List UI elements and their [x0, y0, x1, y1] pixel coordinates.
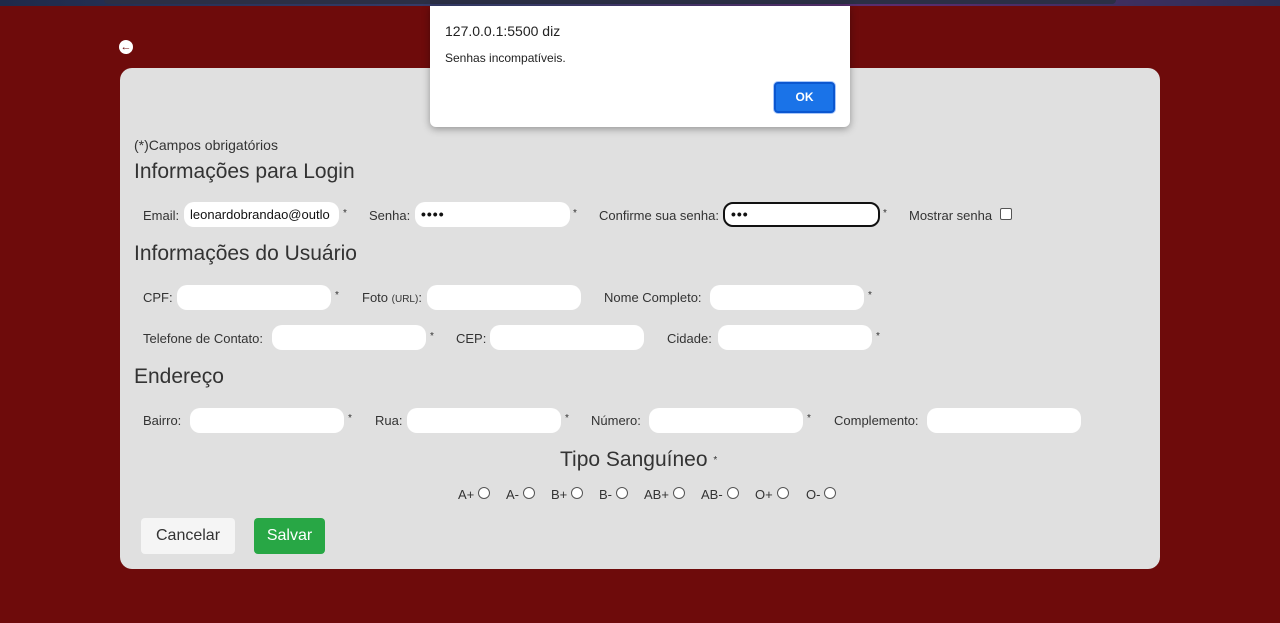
blood-type-title-text: Tipo Sanguíneo: [560, 448, 708, 471]
complement-field[interactable]: [927, 408, 1081, 433]
confirm-password-field[interactable]: •••: [723, 202, 880, 227]
user-section-title: Informações do Usuário: [134, 242, 357, 265]
login-section-title: Informações para Login: [134, 160, 355, 183]
blood-radio-ab-neg[interactable]: [727, 487, 739, 499]
password-label: Senha:: [369, 208, 411, 223]
dialog-ok-button[interactable]: OK: [774, 82, 835, 113]
required-mark: *: [573, 208, 577, 219]
required-fields-note: (*)Campos obrigatórios: [134, 137, 278, 153]
browser-address-bar: [104, 0, 1116, 4]
blood-option-label: A+: [458, 487, 475, 502]
dialog-title: 127.0.0.1:5500 diz: [445, 23, 561, 39]
required-mark: *: [883, 208, 887, 219]
required-mark: *: [335, 290, 339, 301]
blood-radio-ab-pos[interactable]: [673, 487, 685, 499]
number-field[interactable]: [649, 408, 803, 433]
required-mark: *: [348, 413, 352, 424]
registration-card: (*)Campos obrigatórios Informações para …: [120, 68, 1160, 569]
blood-radio-b-neg[interactable]: [616, 487, 628, 499]
blood-radio-o-neg[interactable]: [824, 487, 836, 499]
photo-url-hint: (URL): [391, 294, 419, 305]
blood-option-label: AB+: [644, 487, 669, 502]
show-password-checkbox[interactable]: [1000, 208, 1012, 220]
blood-option-label: O+: [755, 487, 773, 502]
required-mark: *: [565, 413, 569, 424]
required-mark: *: [430, 331, 434, 342]
blood-radio-a-pos[interactable]: [478, 487, 490, 499]
cancel-button[interactable]: Cancelar: [141, 518, 235, 554]
blood-option-label: B-: [599, 487, 612, 502]
full-name-label: Nome Completo:: [604, 290, 702, 305]
blood-radio-o-pos[interactable]: [777, 487, 789, 499]
back-arrow-icon[interactable]: ←: [119, 40, 133, 54]
cpf-field[interactable]: [177, 285, 331, 310]
blood-option-label: B+: [551, 487, 568, 502]
cep-label: CEP:: [456, 331, 487, 346]
required-mark: *: [343, 208, 347, 219]
blood-radio-a-neg[interactable]: [523, 487, 535, 499]
required-mark: *: [868, 290, 872, 301]
phone-field[interactable]: [272, 325, 426, 350]
complement-label: Complemento:: [834, 413, 919, 428]
district-label: Bairro:: [143, 413, 182, 428]
street-field[interactable]: [407, 408, 561, 433]
phone-label: Telefone de Contato:: [143, 331, 263, 346]
number-label: Número:: [591, 413, 641, 428]
blood-type-title: Tipo Sanguíneo *: [560, 448, 717, 472]
show-password-label: Mostrar senha: [909, 208, 993, 223]
blood-radio-b-pos[interactable]: [571, 487, 583, 499]
city-label: Cidade:: [667, 331, 712, 346]
dialog-message: Senhas incompatíveis.: [445, 51, 566, 65]
city-field[interactable]: [718, 325, 872, 350]
blood-option-label: AB-: [701, 487, 723, 502]
required-mark: *: [876, 331, 880, 342]
cpf-label: CPF:: [143, 290, 173, 305]
required-mark: *: [713, 454, 718, 466]
district-field[interactable]: [190, 408, 344, 433]
email-label: Email:: [143, 208, 180, 223]
photo-label-colon: :: [418, 290, 422, 305]
address-section-title: Endereço: [134, 365, 224, 388]
photo-url-label: Foto (URL):: [362, 290, 422, 305]
full-name-field[interactable]: [710, 285, 864, 310]
street-label: Rua:: [375, 413, 403, 428]
alert-dialog: 127.0.0.1:5500 diz Senhas incompatíveis.…: [430, 6, 850, 127]
required-mark: *: [807, 413, 811, 424]
cep-field[interactable]: [490, 325, 644, 350]
blood-option-label: A-: [506, 487, 519, 502]
password-field[interactable]: ••••: [415, 202, 570, 227]
blood-option-label: O-: [806, 487, 821, 502]
confirm-password-label: Confirme sua senha:: [599, 208, 719, 223]
photo-url-field[interactable]: [427, 285, 581, 310]
save-button[interactable]: Salvar: [254, 518, 325, 554]
email-field[interactable]: leonardobrandao@outlo: [184, 202, 339, 227]
photo-label-text: Foto: [362, 290, 389, 305]
